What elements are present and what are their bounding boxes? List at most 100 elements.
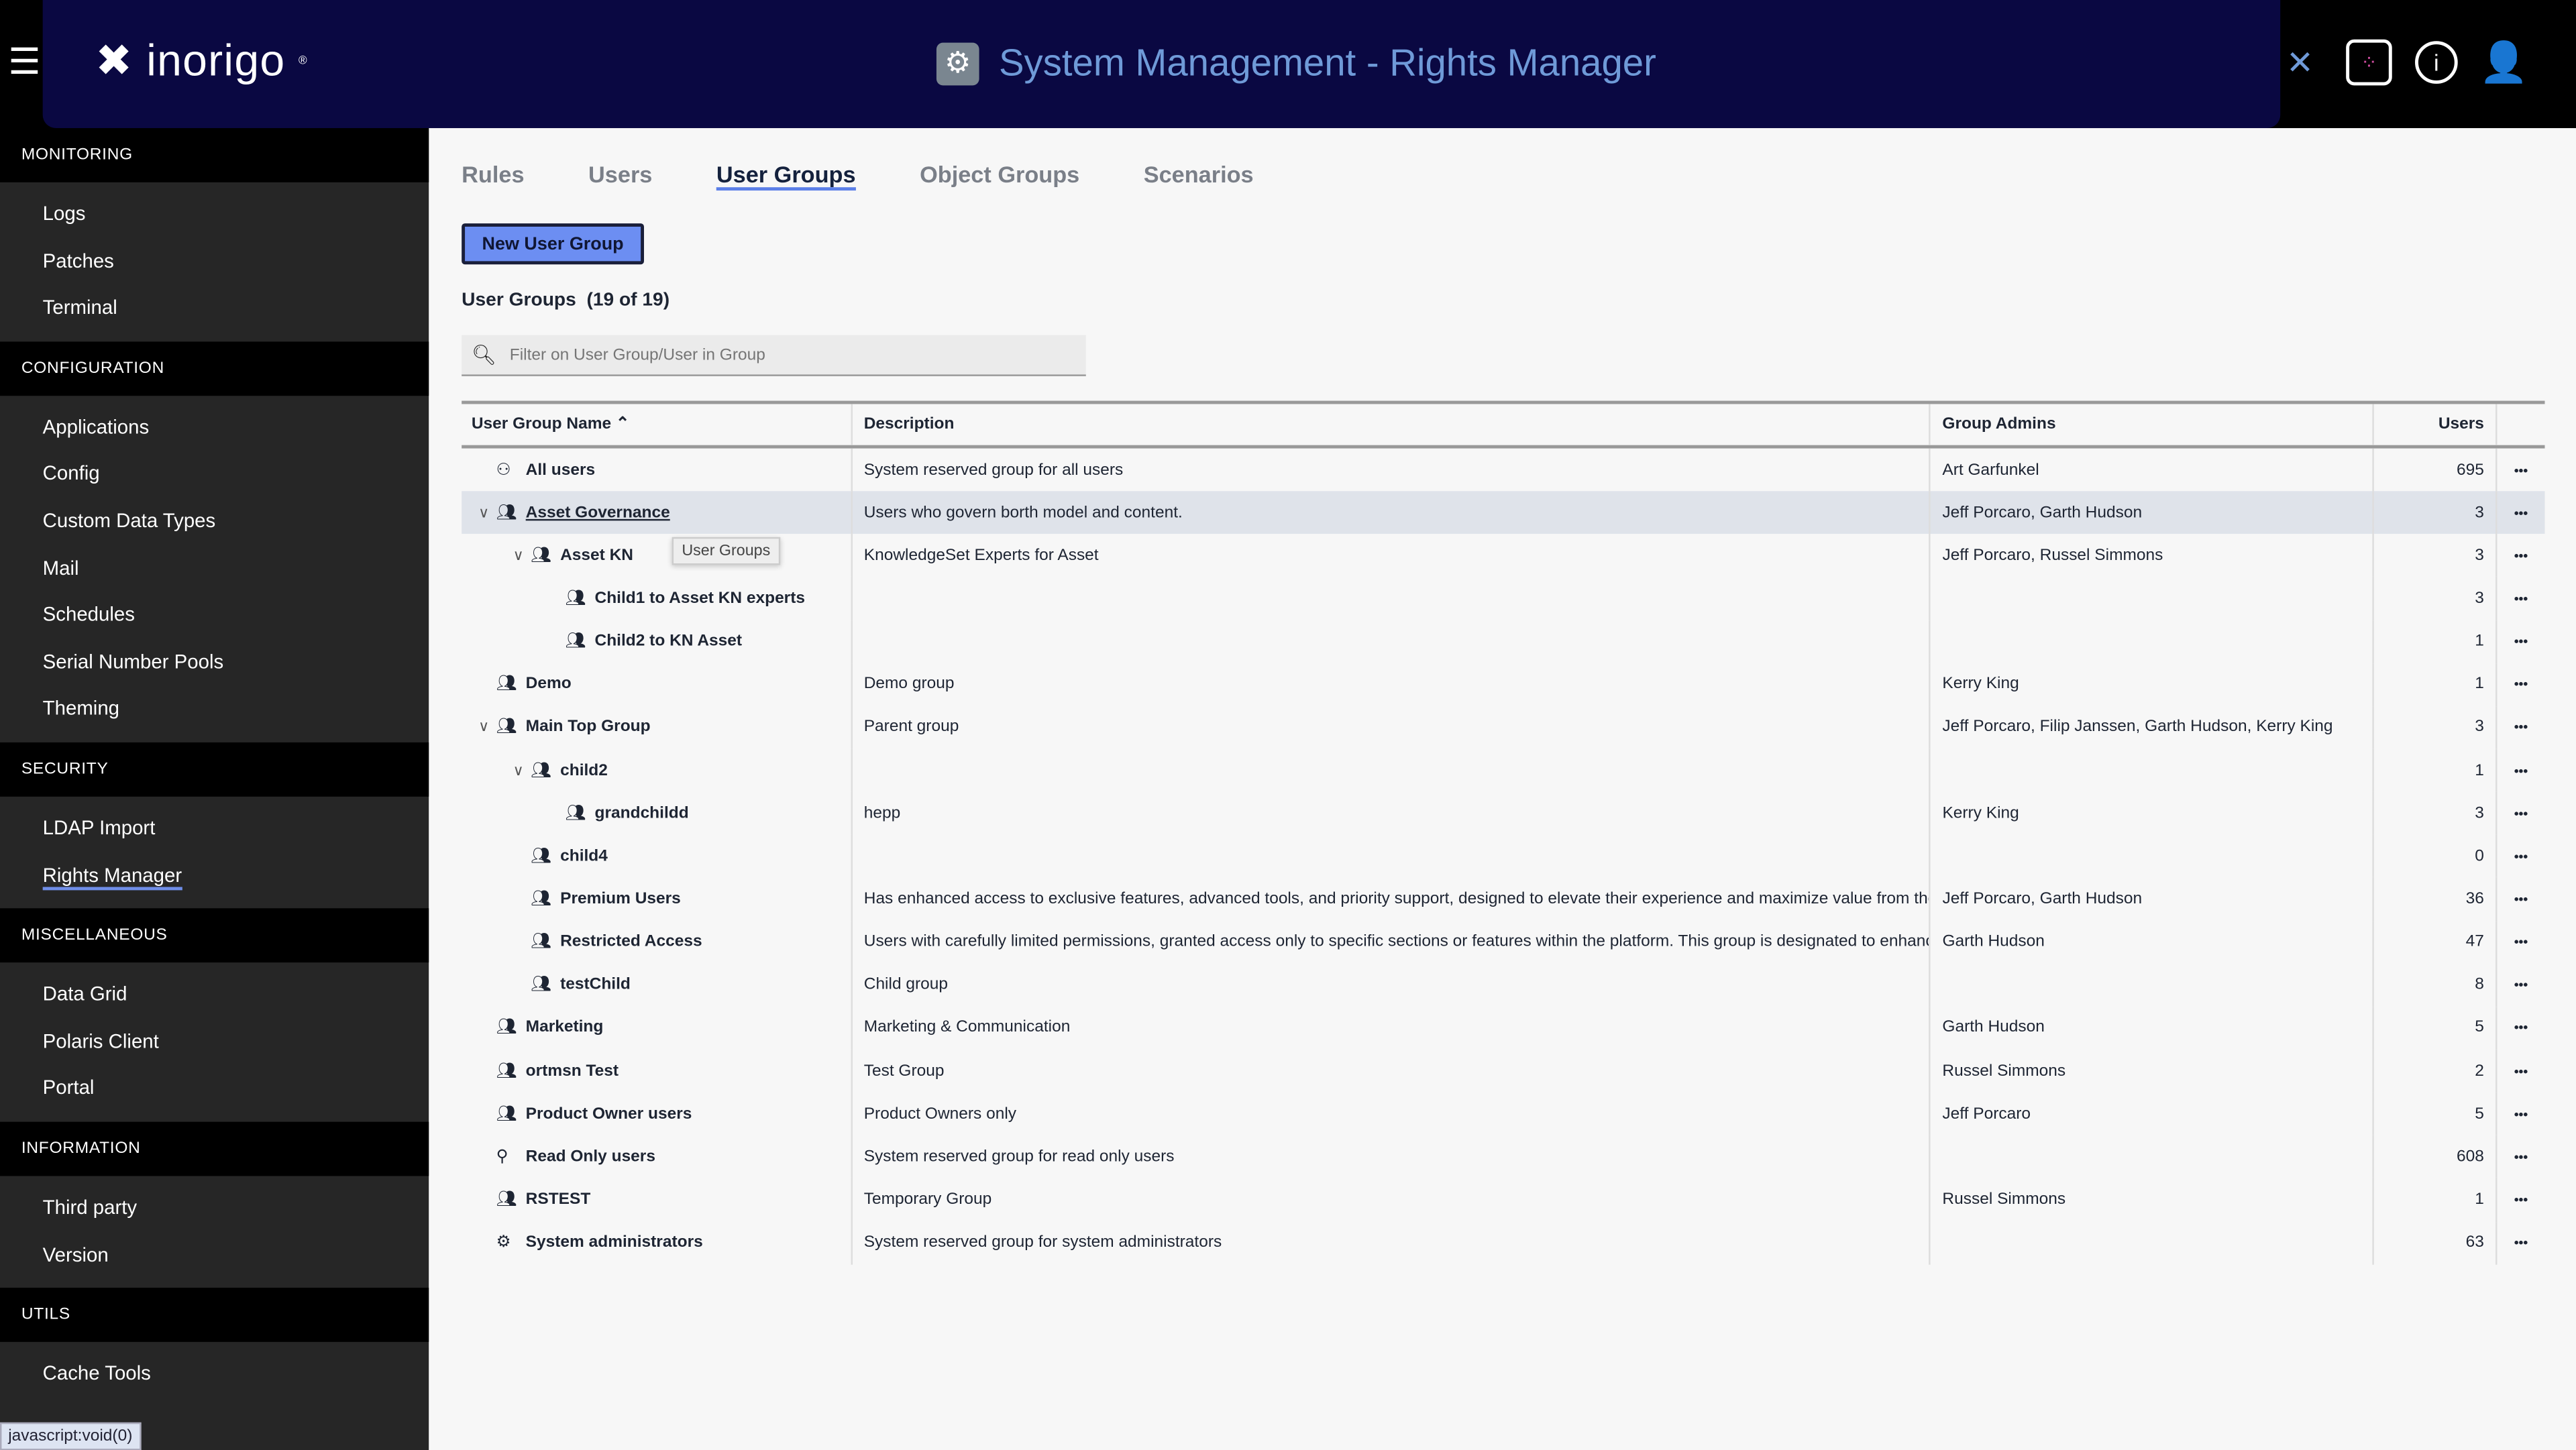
more-options-icon[interactable]: ••• <box>2496 663 2544 706</box>
table-row[interactable]: 👥︎ Marketing Marketing & Communication Gart… <box>462 1006 2544 1050</box>
group-name[interactable]: RSTEST <box>526 1190 591 1209</box>
tab-scenarios[interactable]: Scenarios <box>1144 161 1254 190</box>
sidebar-item-terminal[interactable]: Terminal <box>0 284 429 331</box>
table-row[interactable]: ∨ 👥︎ child2 1 ••• <box>462 748 2544 792</box>
sidebar-item-polaris-client[interactable]: Polaris Client <box>0 1018 429 1065</box>
sidebar-item-third-party[interactable]: Third party <box>0 1184 429 1231</box>
more-options-icon[interactable]: ••• <box>2496 534 2544 577</box>
more-options-icon[interactable]: ••• <box>2496 1006 2544 1050</box>
table-row[interactable]: 👥︎ ortmsn Test Test Group Russel Simmons 2 ••… <box>462 1049 2544 1093</box>
table-row[interactable]: 👥︎ grandchildd hepp Kerry King 3 ••• <box>462 791 2544 835</box>
sidebar-item-mail[interactable]: Mail <box>0 545 429 592</box>
more-options-icon[interactable]: ••• <box>2496 920 2544 964</box>
sidebar-item-rights-manager[interactable]: Rights Manager <box>0 852 429 899</box>
group-name[interactable]: grandchildd <box>595 804 689 822</box>
table-row[interactable]: ∨ 👥︎ Asset Governance Users who govern bort… <box>462 491 2545 535</box>
table-row[interactable]: ⚇ All users System reserved group for all … <box>462 448 2544 492</box>
column-header-admins[interactable]: Group Admins <box>1929 404 2373 445</box>
group-name[interactable]: Asset KN <box>560 547 633 565</box>
sidebar-item-logs[interactable]: Logs <box>0 190 429 237</box>
chevron-down-icon[interactable]: ∨ <box>506 761 531 779</box>
sidebar-item-portal[interactable]: Portal <box>0 1065 429 1112</box>
table-row[interactable]: 👥︎ RSTEST Temporary Group Russel Simmons 1 ••… <box>462 1178 2544 1221</box>
more-options-icon[interactable]: ••• <box>2496 1178 2544 1221</box>
group-name[interactable]: child2 <box>560 761 608 779</box>
sidebar-item-data-grid[interactable]: Data Grid <box>0 971 429 1018</box>
group-name-cell: 👥︎ Demo <box>462 663 851 706</box>
sidebar-item-version[interactable]: Version <box>0 1231 429 1278</box>
sidebar-item-applications[interactable]: Applications <box>0 404 429 451</box>
sidebar-item-patches[interactable]: Patches <box>0 237 429 284</box>
group-name[interactable]: Demo <box>526 675 572 693</box>
more-options-icon[interactable]: ••• <box>2496 963 2544 1007</box>
tab-object-groups[interactable]: Object Groups <box>920 161 1079 190</box>
new-user-group-button[interactable]: New User Group <box>462 223 645 265</box>
column-header-name[interactable]: User Group Name ⌃ <box>462 404 851 445</box>
more-options-icon[interactable]: ••• <box>2496 491 2544 535</box>
group-name[interactable]: Read Only users <box>526 1148 655 1166</box>
group-name[interactable]: Premium Users <box>560 890 681 908</box>
table-row[interactable]: 👥︎ Demo Demo group Kerry King 1 ••• <box>462 663 2544 706</box>
group-name[interactable]: System administrators <box>526 1233 703 1251</box>
table-row[interactable]: 👥︎ testChild Child group 8 ••• <box>462 963 2544 1007</box>
group-name[interactable]: testChild <box>560 976 631 994</box>
info-icon[interactable]: i <box>2415 41 2458 84</box>
table-row[interactable]: 👥︎ Premium Users Has enhanced access to ex… <box>462 877 2544 921</box>
sidebar-item-schedules[interactable]: Schedules <box>0 592 429 638</box>
sidebar-item-ldap-import[interactable]: LDAP Import <box>0 805 429 852</box>
close-icon[interactable]: ✕ <box>2277 40 2323 86</box>
table-row[interactable]: 👥︎ Product Owner users Product Owners only… <box>462 1092 2544 1135</box>
table-row[interactable]: 👥︎ Child1 to Asset KN experts 3 ••• <box>462 577 2544 620</box>
group-name[interactable]: ortmsn Test <box>526 1062 619 1080</box>
user-groups-table: User Group Name ⌃ Description Group Admi… <box>462 400 2545 1264</box>
sidebar-item-custom-data-types[interactable]: Custom Data Types <box>0 498 429 545</box>
tab-user-groups[interactable]: User Groups <box>716 161 856 191</box>
table-row[interactable]: 👥︎ Child2 to KN Asset 1 ••• <box>462 620 2544 663</box>
more-options-icon[interactable]: ••• <box>2496 577 2544 620</box>
group-name[interactable]: Marketing <box>526 1019 604 1037</box>
group-name[interactable]: Child2 to KN Asset <box>595 632 743 651</box>
column-header-description[interactable]: Description <box>851 404 1929 445</box>
table-row[interactable]: ⚲ Read Only users System reserved group fo… <box>462 1135 2544 1178</box>
group-name-cell: ∨ 👥︎ child2 <box>462 749 851 792</box>
search-input[interactable] <box>506 344 1055 366</box>
more-options-icon[interactable]: ••• <box>2496 1092 2544 1135</box>
sidebar-item-cache-tools[interactable]: Cache Tools <box>0 1350 429 1397</box>
chevron-down-icon[interactable]: ∨ <box>472 504 496 522</box>
table-row[interactable]: ⚙ System administrators System reserved gr… <box>462 1221 2544 1264</box>
table-row[interactable]: 👥︎ Restricted Access Users with carefully … <box>462 920 2544 964</box>
chevron-down-icon[interactable]: ∨ <box>506 547 531 565</box>
more-options-icon[interactable]: ••• <box>2496 834 2544 878</box>
apps-icon[interactable]: ⁘ <box>2346 39 2392 86</box>
menu-icon[interactable]: ☰ <box>8 44 40 80</box>
group-name[interactable]: Main Top Group <box>526 718 651 736</box>
sidebar-item-theming[interactable]: Theming <box>0 685 429 732</box>
more-options-icon[interactable]: ••• <box>2496 448 2544 492</box>
group-name[interactable]: Product Owner users <box>526 1105 692 1123</box>
more-options-icon[interactable]: ••• <box>2496 620 2544 663</box>
search-field[interactable]: 🔍︎ <box>462 335 1086 376</box>
table-row[interactable]: 👥︎ child4 0 ••• <box>462 834 2544 878</box>
more-options-icon[interactable]: ••• <box>2496 1221 2544 1264</box>
column-header-users[interactable]: Users <box>2372 404 2496 445</box>
more-options-icon[interactable]: ••• <box>2496 748 2544 792</box>
tab-users[interactable]: Users <box>588 161 652 190</box>
group-name[interactable]: Restricted Access <box>560 933 702 951</box>
sidebar-item-config[interactable]: Config <box>0 451 429 498</box>
tab-rules[interactable]: Rules <box>462 161 524 190</box>
group-name[interactable]: child4 <box>560 847 608 865</box>
sidebar-item-label: Config <box>42 462 100 486</box>
group-name[interactable]: Asset Governance <box>526 504 670 522</box>
user-profile-icon[interactable]: 👤 <box>2479 40 2528 86</box>
chevron-down-icon[interactable]: ∨ <box>472 718 496 736</box>
group-name[interactable]: Child1 to Asset KN experts <box>595 590 805 608</box>
group-name[interactable]: All users <box>526 461 595 479</box>
table-row[interactable]: ∨ 👥︎ Main Top Group Parent group Jeff Porcar… <box>462 706 2544 749</box>
more-options-icon[interactable]: ••• <box>2496 1049 2544 1093</box>
more-options-icon[interactable]: ••• <box>2496 791 2544 835</box>
more-options-icon[interactable]: ••• <box>2496 1135 2544 1178</box>
more-options-icon[interactable]: ••• <box>2496 706 2544 749</box>
group-admins-cell <box>1929 577 2373 620</box>
sidebar-item-serial-number-pools[interactable]: Serial Number Pools <box>0 638 429 685</box>
more-options-icon[interactable]: ••• <box>2496 877 2544 921</box>
